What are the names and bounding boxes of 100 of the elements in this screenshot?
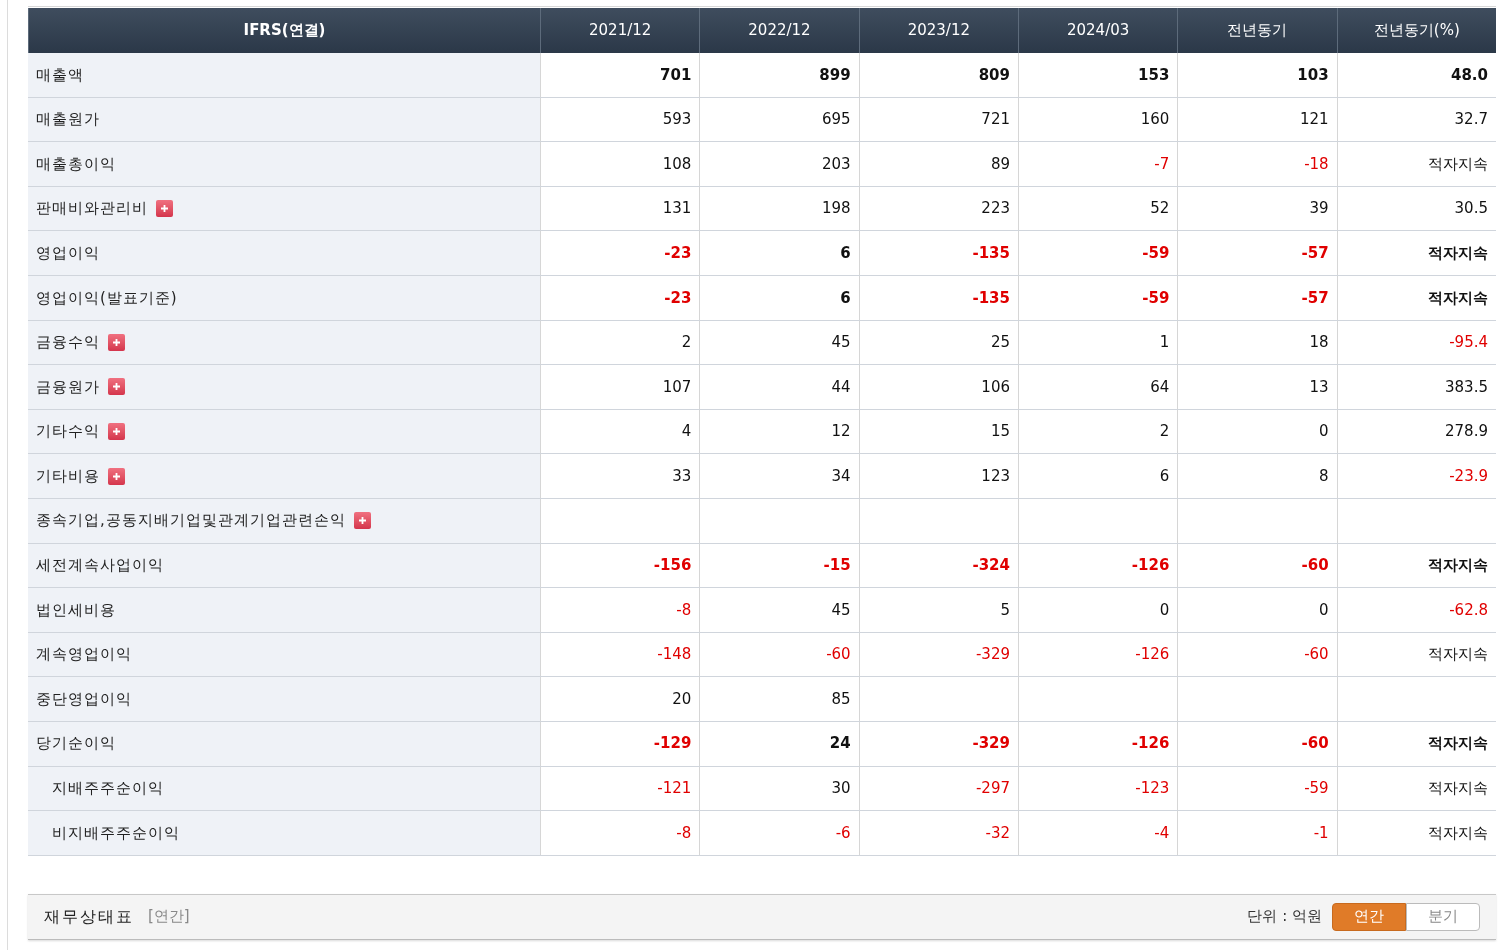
table-cell-text: 적자지속	[1428, 644, 1488, 666]
table-cell-text: 153	[1138, 64, 1170, 86]
table-cell-text: 적자지속	[1428, 733, 1488, 755]
table-cell-text: -329	[972, 733, 1010, 755]
table-cell-text: -95.4	[1449, 332, 1488, 354]
row-label: 지배주주순이익	[52, 778, 164, 800]
table-cell-text: 0	[1319, 599, 1329, 621]
table-cell-text: 8	[1319, 465, 1329, 487]
period-toggle-button[interactable]: 연간	[1332, 902, 1406, 931]
table-cell-text: 198	[822, 198, 851, 220]
expand-plus-icon[interactable]	[108, 333, 125, 351]
table-cell-text: -62.8	[1449, 599, 1488, 621]
table-cell-text: -7	[1154, 153, 1170, 175]
column-header: 2021/12	[540, 8, 700, 53]
table-cell-text: 18	[1309, 332, 1329, 354]
table-cell-text: 0	[1319, 421, 1329, 443]
row-label: 기타수익	[36, 421, 100, 443]
table-cell-text: 278.9	[1445, 421, 1488, 443]
row-label: 판매비와관리비	[36, 198, 148, 220]
table-cell-text: -156	[653, 555, 692, 577]
table-cell-text: 6	[1159, 465, 1170, 487]
table-cell-text: -23.9	[1449, 465, 1488, 487]
table-cell-text: -60	[1301, 733, 1329, 755]
table-cell-text: -32	[985, 822, 1010, 844]
table-cell-text: 2	[681, 332, 692, 354]
row-label: 당기순이익	[36, 733, 116, 755]
table-cell-text: -4	[1154, 822, 1170, 844]
table-cell-text: 4	[681, 421, 692, 443]
table-cell-text: 383.5	[1445, 376, 1488, 398]
table-cell-text: 899	[819, 64, 851, 86]
row-label: 영업이익(발표기준)	[36, 287, 178, 309]
table-cell-text: -135	[972, 242, 1010, 264]
table-cell-text: -59	[1304, 778, 1329, 800]
expand-plus-icon[interactable]	[108, 467, 125, 485]
table-cell-text: 5	[1000, 599, 1010, 621]
table-cell-text: 적자지속	[1428, 555, 1488, 577]
table-cell-text: -129	[653, 733, 692, 755]
table-cell-text: 33	[672, 465, 692, 487]
row-label: 계속영업이익	[36, 644, 132, 666]
table-cell-text: -135	[972, 287, 1010, 309]
table-cell-text: 25	[990, 332, 1010, 354]
table-cell-text: -18	[1304, 153, 1329, 175]
table-cell-text: 적자지속	[1428, 778, 1488, 800]
table-cell-text: -59	[1142, 242, 1170, 264]
period-label: [연간]	[148, 906, 190, 928]
column-header: 전년동기(%)	[1336, 8, 1496, 53]
table-cell-text: -1	[1313, 822, 1329, 844]
table-cell-text: 809	[978, 64, 1010, 86]
table-cell-text: 2	[1159, 421, 1170, 443]
table-cell-text: 48.0	[1450, 64, 1488, 86]
table-cell-text: 64	[1150, 376, 1170, 398]
expand-plus-icon[interactable]	[108, 378, 125, 396]
table-cell-text: -15	[823, 555, 851, 577]
table-cell-text: 203	[822, 153, 851, 175]
unit-label: 단위 : 억원	[1247, 906, 1322, 928]
table-cell-text: 160	[1140, 109, 1170, 131]
table-cell-text: 44	[831, 376, 851, 398]
table-cell-text: -126	[1131, 733, 1170, 755]
table-cell-text: 6	[840, 287, 851, 309]
column-header: 2023/12	[858, 8, 1018, 53]
table-cell-text: 1	[1159, 332, 1170, 354]
period-toggle-button[interactable]: 분기	[1406, 902, 1480, 931]
expand-plus-icon[interactable]	[353, 512, 371, 530]
table-cell-text: 223	[981, 198, 1010, 220]
row-label: 세전계속사업이익	[36, 555, 164, 577]
table-cell-text: 89	[990, 153, 1010, 175]
table-cell-text: -57	[1301, 287, 1329, 309]
table-cell-text: 108	[662, 153, 692, 175]
section-title: 재무상태표	[44, 905, 134, 928]
table-cell-text: -57	[1301, 242, 1329, 264]
table-cell-text: 45	[831, 332, 851, 354]
column-header: 전년동기	[1177, 8, 1337, 53]
table-cell-text: 적자지속	[1428, 242, 1488, 264]
table-cell-text: 24	[829, 733, 851, 755]
row-label: 종속기업,공동지배기업및관계기업관련손익	[36, 510, 346, 532]
table-cell-text: 32.7	[1454, 109, 1488, 131]
table-cell-text: 20	[672, 688, 692, 710]
table-cell-text: -126	[1131, 555, 1170, 577]
table-cell-text: 721	[981, 109, 1010, 131]
table-cell-text: -123	[1135, 778, 1170, 800]
table-cell-text: 593	[662, 109, 692, 131]
table-cell-text: 0	[1159, 599, 1170, 621]
row-label: 법인세비용	[36, 599, 116, 621]
table-cell-text: 적자지속	[1428, 822, 1488, 844]
expand-plus-icon[interactable]	[156, 200, 173, 218]
table-cell-text: 15	[990, 421, 1010, 443]
table-cell-text: -59	[1142, 287, 1170, 309]
table-cell-text: -60	[1304, 644, 1329, 666]
table-cell-text: -121	[657, 778, 692, 800]
row-label: 금융수익	[36, 332, 100, 354]
row-label: 금융원가	[36, 376, 100, 398]
table-cell-text: -297	[975, 778, 1010, 800]
table-cell-text: 701	[660, 64, 692, 86]
table-cell-text: -23	[664, 287, 692, 309]
table-cell-text: 85	[831, 688, 851, 710]
expand-plus-icon[interactable]	[108, 423, 125, 441]
table-cell-text: 30.5	[1454, 198, 1488, 220]
row-label: 중단영업이익	[36, 688, 132, 710]
table-cell-text: -8	[676, 822, 692, 844]
table-cell-text: 103	[1297, 64, 1329, 86]
